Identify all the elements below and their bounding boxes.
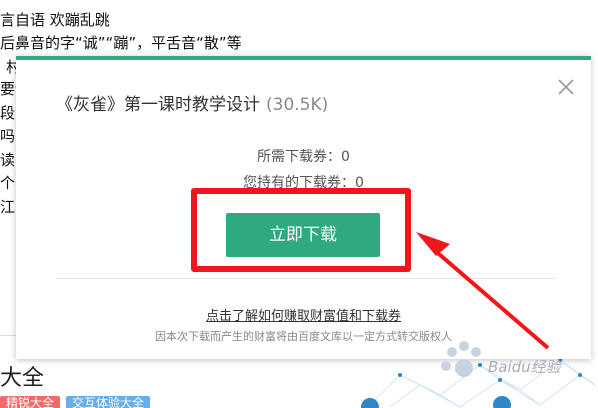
bg-text-fragment: 个 <box>0 174 16 192</box>
document-title: 《灰雀》第一课时教学设计 <box>56 95 260 115</box>
dialog-title: 《灰雀》第一课时教学设计 (30.5K) <box>56 90 328 115</box>
close-icon <box>558 79 574 95</box>
bg-section-heading: 大全 <box>0 366 45 391</box>
watermark-text: Baidu经验 <box>488 358 561 376</box>
divider <box>56 278 556 279</box>
download-dialog: 《灰雀》第一课时教学设计 (30.5K) 所需下载券：0 您持有的下载券：0 立即… <box>16 56 591 359</box>
bg-text-line: 言自语 欢蹦乱跳 <box>0 11 110 29</box>
bg-text-fragment: 江 <box>0 198 16 216</box>
bg-tag[interactable]: 交互体验大全 <box>66 396 151 408</box>
bg-tag[interactable]: 精锐大全 <box>0 396 61 408</box>
bg-text-line: 后鼻音的字“诚”“蹦”，平舌音“散”等 <box>0 34 242 52</box>
highlight-box <box>191 188 411 272</box>
close-button[interactable] <box>557 78 575 96</box>
bg-text-fragment: 读 <box>0 151 16 169</box>
file-size: (30.5K) <box>266 95 329 115</box>
required-vouchers: 所需下载券：0 <box>257 149 350 165</box>
bg-text-fragment: 段 <box>0 104 16 122</box>
earn-vouchers-link[interactable]: 点击了解如何赚取财富值和下载券 <box>16 305 591 324</box>
